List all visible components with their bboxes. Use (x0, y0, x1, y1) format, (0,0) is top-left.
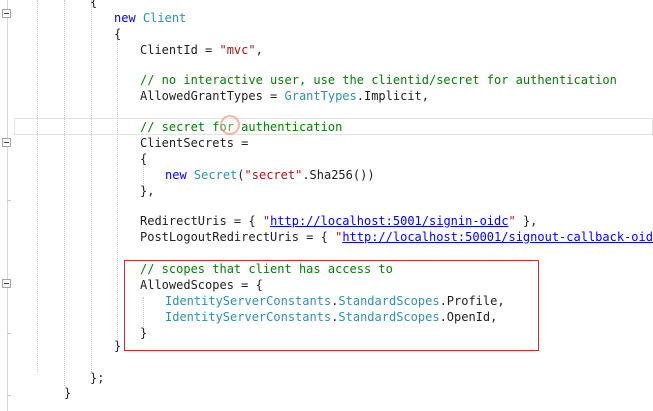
brace: { (90, 0, 98, 9)
quote: " (262, 214, 271, 228)
property: RedirectUris = { (140, 214, 263, 228)
property: PostLogoutRedirectUris = { (140, 230, 336, 244)
code-line: // no interactive user, use the clientid… (140, 72, 617, 88)
quote: " (508, 214, 516, 228)
brace: }; (90, 371, 105, 385)
code-line: new Secret("secret".Sha256()) (165, 167, 375, 183)
comment: // no interactive user, use the clientid… (140, 73, 617, 87)
code-line: PostLogoutRedirectUris = { "http://local… (140, 229, 653, 245)
indent-guide (37, 0, 38, 372)
indent-guide (91, 0, 92, 372)
outline-end-marker (7, 395, 11, 396)
type-name: GrantTypes (284, 89, 357, 103)
code-line: ClientSecrets = (140, 135, 248, 151)
collapse-icon[interactable] (2, 279, 11, 288)
property: AllowedGrantTypes = (140, 89, 285, 103)
code-line: AllowedGrantTypes = GrantTypes.Implicit, (140, 88, 429, 104)
string-literal: "secret" (244, 168, 303, 182)
url-link[interactable]: http://localhost:5001/signin-oidc (270, 214, 508, 228)
indent-guide (117, 40, 118, 345)
punctuation: ( (237, 168, 245, 182)
type-name: Secret (193, 168, 238, 182)
code-line: { (90, 0, 97, 10)
punctuation: }, (515, 214, 538, 228)
keyword: new (114, 11, 136, 25)
brace: { (114, 27, 122, 41)
code-line: }; (90, 370, 104, 386)
keyword: new (165, 168, 187, 182)
brace: }, (140, 184, 155, 198)
brace: } (64, 386, 72, 400)
comment: // secret for authentication (140, 120, 343, 134)
collapse-icon[interactable] (2, 9, 11, 18)
code-line: new Client (114, 10, 186, 26)
indent-guide (64, 0, 65, 386)
code-line: } (64, 385, 71, 401)
string-literal: "mvc" (219, 43, 256, 57)
code-line: RedirectUris = { "http://localhost:5001/… (140, 213, 537, 229)
outline-end-marker (7, 200, 11, 201)
code-line: // secret for authentication (140, 119, 342, 135)
code-line: ClientId = "mvc", (140, 42, 263, 58)
property: ClientSecrets = (140, 136, 249, 150)
brace: } (114, 339, 122, 353)
code-line: } (114, 338, 121, 354)
code-line: { (140, 151, 147, 167)
member-access: .Sha256()) (302, 168, 375, 182)
type-name: Client (142, 11, 187, 25)
code-editor[interactable]: { new Client { ClientId = "mvc", // no i… (0, 0, 653, 411)
url-link[interactable]: http://localhost:50001/signout-callback-… (342, 230, 653, 244)
member-access: .Implicit, (356, 89, 429, 103)
annotation-highlight-box (124, 260, 539, 351)
collapse-icon[interactable] (2, 138, 11, 147)
outline-end-marker (7, 333, 11, 334)
brace: { (140, 152, 148, 166)
property: ClientId = (140, 43, 220, 57)
mouse-cursor-indicator (220, 115, 240, 135)
outline-gutter (7, 0, 8, 411)
punctuation: , (255, 43, 263, 57)
code-line: { (114, 26, 121, 42)
code-line: }, (140, 183, 154, 199)
